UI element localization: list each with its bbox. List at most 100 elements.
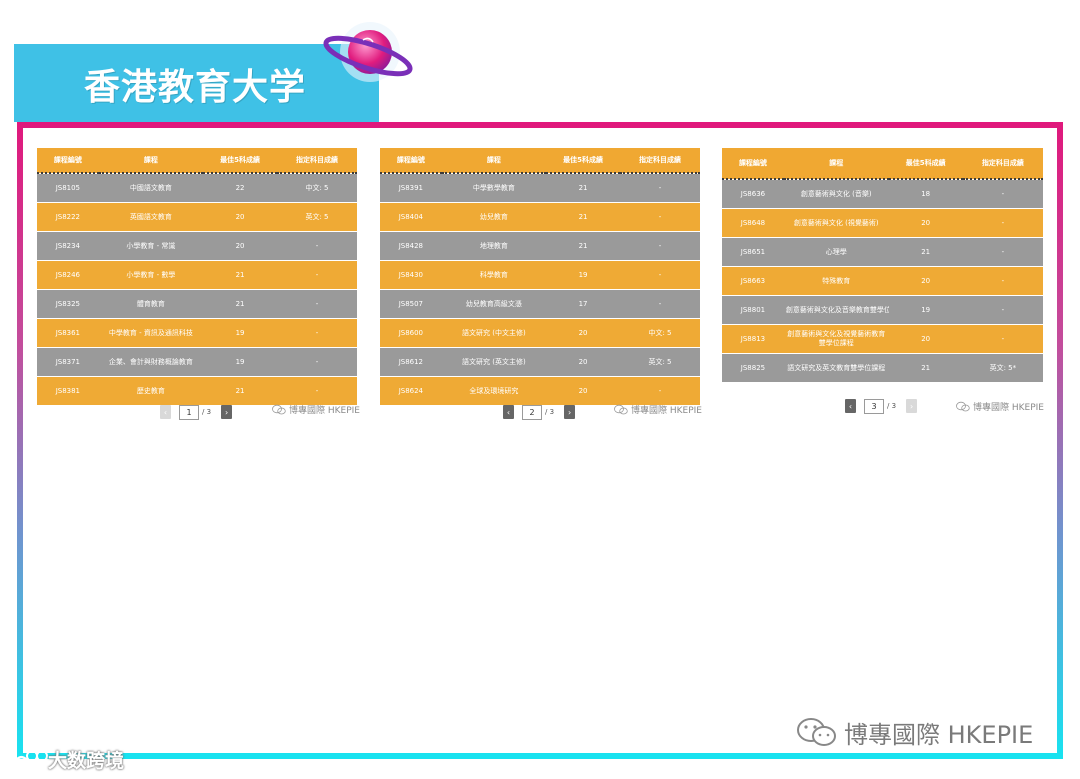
course-name: 創意藝術與文化 (音樂) <box>783 178 889 209</box>
wechat-icon <box>797 718 836 746</box>
best5-score: 20 <box>546 347 620 377</box>
table-row: JS8600 語文研究 (中文主修) 20 中文: 5 <box>380 318 700 348</box>
best5-score: 20 <box>888 324 963 354</box>
best5-score: 19 <box>888 295 963 325</box>
course-code: JS8651 <box>722 237 784 267</box>
subject-requirement: 中文: 5 <box>619 318 700 348</box>
subject-requirement: - <box>962 237 1043 267</box>
wechat-icon <box>272 404 286 414</box>
table-row: JS8507 幼兒教育高級文憑 17- <box>380 289 700 319</box>
course-code: JS8325 <box>37 289 99 319</box>
course-table-3: 課程編號 課程 最佳5科成績 指定科目成績 JS8636 創意藝術與文化 (音樂)… <box>722 148 1043 382</box>
best5-score: 20 <box>546 318 620 348</box>
pager-2: ‹ 2 / 3 › <box>503 403 576 421</box>
course-name: 中國語文教育 <box>98 172 204 203</box>
col-requirement-header: 指定科目成績 <box>276 148 357 174</box>
pager-3: ‹ 3 / 3 › <box>845 397 918 415</box>
best5-score: 19 <box>203 318 277 348</box>
best5-score: 22 <box>203 172 277 203</box>
wechat-icon <box>614 404 628 414</box>
course-code: JS8612 <box>380 347 442 377</box>
course-code: JS8428 <box>380 231 442 261</box>
course-code: JS8801 <box>722 295 784 325</box>
best5-score: 20 <box>888 208 963 238</box>
table-row: JS8371 企業、會計與財務概論教育 19- <box>37 347 357 377</box>
best5-score: 19 <box>546 260 620 290</box>
col-course-header: 課程 <box>98 148 204 174</box>
hkepie-watermark-1: 博專國際 HKEPIE <box>272 400 360 418</box>
best5-score: 18 <box>888 178 963 209</box>
course-code: JS8361 <box>37 318 99 348</box>
best5-score: 21 <box>546 202 620 232</box>
table-row: JS8404 幼兒教育 21- <box>380 202 700 232</box>
best5-score: 21 <box>546 172 620 203</box>
watermark-text: 博專國際 HKEPIE <box>289 405 360 416</box>
hkepie-watermark-3: 博專國際 HKEPIE <box>956 397 1044 415</box>
table-row: JS8428 地理教育 21- <box>380 231 700 261</box>
course-code: JS8222 <box>37 202 99 232</box>
subject-requirement: - <box>962 208 1043 238</box>
page-number-input[interactable]: 2 <box>522 404 542 420</box>
table-row: JS8361 中學教育 - 資訊及通訊科技 19- <box>37 318 357 348</box>
table-row: JS8825 語文研究及英文教育雙學位課程 21 英文: 5* <box>722 353 1043 382</box>
prev-page-button[interactable]: ‹ <box>845 399 856 413</box>
course-name: 創意藝術與文化 (視覺藝術) <box>783 208 889 238</box>
watermark-text: 博專國際 HKEPIE <box>973 402 1044 413</box>
pager-1: ‹ 1 / 3 › <box>160 403 233 421</box>
page-title: 香港教育大学 <box>84 67 307 108</box>
col-code-header: 課程編號 <box>37 148 99 174</box>
subject-requirement: - <box>276 231 357 261</box>
best5-score: 20 <box>203 231 277 261</box>
subject-requirement: - <box>276 260 357 290</box>
course-code: JS8663 <box>722 266 784 296</box>
col-code-header: 課程編號 <box>380 148 442 174</box>
course-name: 企業、會計與財務概論教育 <box>98 347 204 377</box>
next-page-button[interactable]: › <box>906 399 918 413</box>
subject-requirement: - <box>962 266 1043 296</box>
subject-requirement: - <box>276 318 357 348</box>
page-number-input[interactable]: 3 <box>864 398 884 414</box>
next-page-button[interactable]: › <box>221 405 233 419</box>
course-code: JS8105 <box>37 172 99 203</box>
course-name: 全球及環境研究 <box>441 376 547 405</box>
next-page-button[interactable]: › <box>564 405 576 419</box>
page-total: / 3 <box>202 408 212 416</box>
best5-score: 20 <box>546 376 620 405</box>
subject-requirement: - <box>276 347 357 377</box>
table-row: JS8612 語文研究 (英文主修) 20 英文: 5 <box>380 347 700 377</box>
course-panel-2: 課程編號 課程 最佳5科成績 指定科目成績 JS8391 中學數學教育 21- JS… <box>380 148 700 405</box>
course-name: 創意藝術與文化及視覺藝術教育雙學位課程 <box>783 324 889 354</box>
page-number-input[interactable]: 1 <box>179 404 199 420</box>
table-row: JS8222 英國語文教育 20 英文: 5 <box>37 202 357 232</box>
course-name: 小學教育 - 常識 <box>98 231 204 261</box>
course-name: 語文研究 (中文主修) <box>441 318 547 348</box>
course-code: JS8636 <box>722 178 784 209</box>
course-code: JS8430 <box>380 260 442 290</box>
hkepie-big-watermark: 博專國際 HKEPIE <box>796 715 1033 749</box>
watermark-text: 博專國際 HKEPIE <box>631 405 702 416</box>
prev-page-button[interactable]: ‹ <box>160 405 171 419</box>
table-row: JS8813 創意藝術與文化及視覺藝術教育雙學位課程 20- <box>722 324 1043 354</box>
course-name: 科學教育 <box>441 260 547 290</box>
subject-requirement: - <box>619 260 700 290</box>
table-row: JS8325 體育教育 21- <box>37 289 357 319</box>
course-name: 心理學 <box>783 237 889 267</box>
col-score-header: 最佳5科成績 <box>546 148 620 174</box>
col-code-header: 課程編號 <box>722 148 784 180</box>
course-code: JS8507 <box>380 289 442 319</box>
course-name: 幼兒教育高級文憑 <box>441 289 547 319</box>
course-name: 特殊教育 <box>783 266 889 296</box>
subject-requirement: 英文: 5 <box>276 202 357 232</box>
best5-score: 21 <box>203 260 277 290</box>
table-row: JS8801創意藝術與文化及音樂教育雙學位課程19- <box>722 295 1043 325</box>
best5-score: 21 <box>888 237 963 267</box>
best5-score: 21 <box>203 376 277 405</box>
course-name: 幼兒教育 <box>441 202 547 232</box>
watermark-text: 博專國際 HKEPIE <box>844 720 1034 749</box>
best5-score: 17 <box>546 289 620 319</box>
table-row: JS8391 中學數學教育 21- <box>380 172 700 203</box>
best5-score: 21 <box>203 289 277 319</box>
prev-page-button[interactable]: ‹ <box>503 405 514 419</box>
hkepie-watermark-2: 博專國際 HKEPIE <box>614 400 702 418</box>
table-row: JS8648 創意藝術與文化 (視覺藝術) 20- <box>722 208 1043 238</box>
